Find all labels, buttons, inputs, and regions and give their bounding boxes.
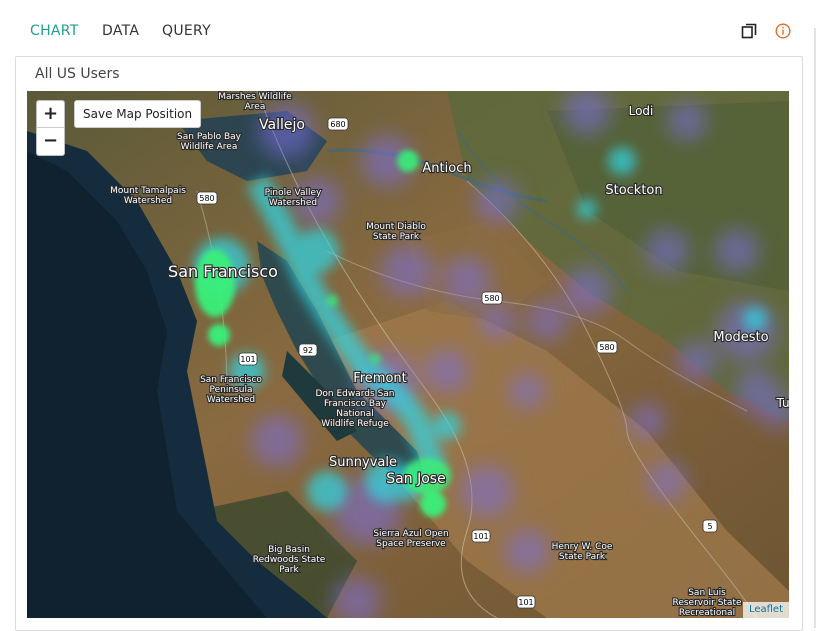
svg-text:580: 580 [484,294,499,303]
zoom-out-button[interactable]: − [37,128,64,154]
svg-text:Sunnyvale: Sunnyvale [329,455,397,470]
map-layer: 680 580 580 580 92 101 101 101 5 Marshes… [27,91,789,618]
zoom-in-button[interactable]: + [37,101,64,128]
view-tabs: CHART DATA QUERY [0,0,819,56]
copy-icon[interactable] [740,22,758,40]
tab-query[interactable]: QUERY [162,21,211,43]
svg-text:92: 92 [303,346,313,355]
svg-text:San Pablo BayWildlife Area: San Pablo Bay Wildlife Area [177,132,242,152]
svg-text:San Francisco: San Francisco [168,262,278,281]
svg-text:Antioch: Antioch [422,161,471,176]
scrollbar[interactable] [814,28,816,628]
svg-text:680: 680 [330,120,345,129]
save-map-position-button[interactable]: Save Map Position [74,100,202,128]
svg-text:Modesto: Modesto [713,330,768,345]
svg-text:5: 5 [707,522,712,531]
svg-text:Tu: Tu [775,396,789,410]
svg-text:101: 101 [473,532,488,541]
chart-title: All US Users [35,66,120,82]
svg-text:San Jose: San Jose [386,471,445,487]
svg-text:Henry W. CoeState Park: Henry W. Coe State Park [552,542,613,562]
svg-text:101: 101 [518,598,533,607]
info-circle-icon[interactable] [774,22,792,40]
leaflet-attribution-link[interactable]: Leaflet [742,602,789,618]
svg-text:101: 101 [240,355,255,364]
svg-text:Fremont: Fremont [353,371,407,386]
svg-text:Vallejo: Vallejo [259,117,305,133]
svg-text:Stockton: Stockton [605,183,662,198]
svg-text:Sierra Azul OpenSpace Preserve: Sierra Azul Open Space Preserve [373,529,448,549]
tab-chart[interactable]: CHART [30,21,79,43]
svg-text:580: 580 [599,343,614,352]
svg-text:Lodi: Lodi [629,104,654,118]
svg-text:580: 580 [199,194,214,203]
zoom-control: + − [36,100,65,156]
svg-text:Pinole ValleyWatershed: Pinole Valley Watershed [265,188,322,208]
heatmap-map[interactable]: 680 580 580 580 92 101 101 101 5 Marshes… [27,91,789,618]
svg-text:Mount DiabloState Park: Mount Diablo State Park [366,222,426,242]
tab-data[interactable]: DATA [102,21,139,43]
chart-panel: All US Users 680 580 580 580 92 101 101 … [15,56,803,631]
